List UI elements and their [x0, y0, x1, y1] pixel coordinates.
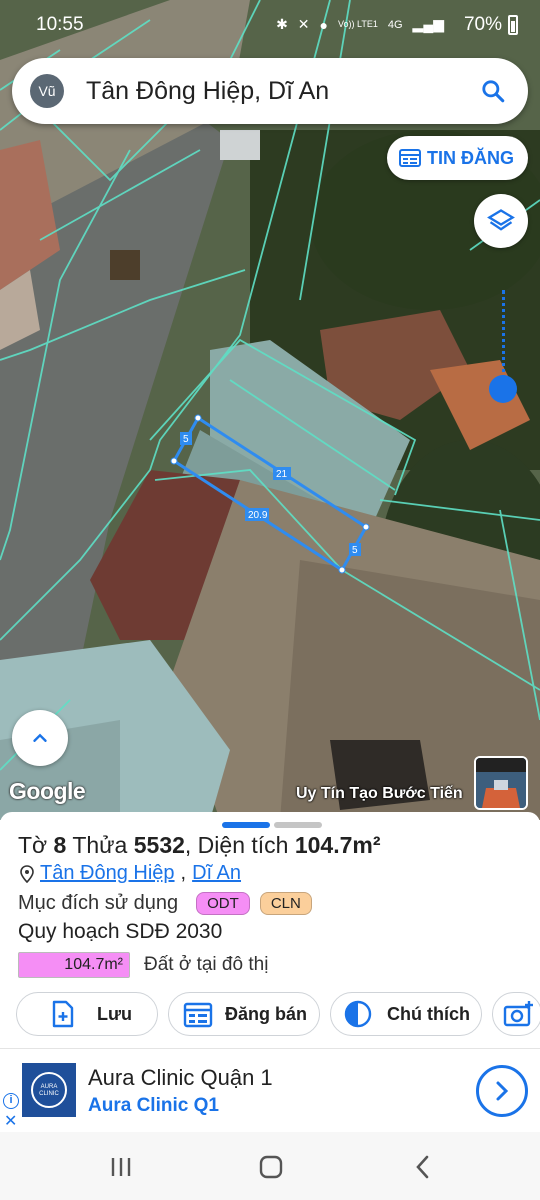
- chevron-up-icon: [33, 733, 47, 742]
- plan-area-row: 104.7m² Đất ở tại đô thị: [18, 952, 268, 978]
- edge-label-3: 20.9: [248, 510, 268, 521]
- search-query[interactable]: Tân Đông Hiệp, Dĩ An: [86, 77, 329, 106]
- ad-logo-text: AURA CLINIC: [31, 1072, 67, 1108]
- back-icon[interactable]: [410, 1154, 436, 1180]
- search-bar[interactable]: Vũ Tân Đông Hiệp, Dĩ An: [12, 58, 528, 124]
- location-icon: ●: [319, 16, 328, 33]
- purpose-label: Mục đích sử dụng: [18, 892, 179, 914]
- ad-subtitle[interactable]: Aura Clinic Q1: [88, 1095, 219, 1117]
- edge-label-1: 5: [183, 434, 189, 445]
- sheet-handle[interactable]: [222, 822, 322, 828]
- ad-close-icon[interactable]: ✕: [4, 1111, 17, 1131]
- area-value: 104.7m²: [294, 832, 381, 858]
- tin-dang-label: TIN ĐĂNG: [427, 147, 514, 168]
- parcel-title: Tờ 8 Thửa 5532, Diện tích 104.7m²: [18, 832, 381, 859]
- battery-percent: 70%: [463, 14, 502, 35]
- plan-title: Quy hoạch SDĐ 2030: [18, 920, 223, 943]
- google-logo: Google: [9, 778, 86, 804]
- recent-apps-icon[interactable]: [108, 1154, 134, 1180]
- contrast-icon: [344, 1000, 372, 1028]
- ad-logo: AURA CLINIC: [22, 1063, 76, 1117]
- bluetooth-icon: ✱: [276, 16, 288, 32]
- system-navigation-bar: [0, 1132, 540, 1200]
- sheet-number: 8: [53, 832, 67, 858]
- mute-icon: ✕: [297, 16, 310, 32]
- purpose-tag-odt[interactable]: ODT: [196, 892, 250, 915]
- plot-number: 5532: [133, 832, 185, 858]
- action-row: Lưu Đăng bán Chú thích: [16, 992, 540, 1036]
- expand-up-button[interactable]: [12, 710, 68, 766]
- map-attribution: Uy Tín Tạo Bước Tiến: [296, 785, 463, 802]
- page-indicator-active: [222, 822, 270, 828]
- page-indicator-inactive: [274, 822, 322, 828]
- ad-title[interactable]: Aura Clinic Quận 1: [88, 1065, 273, 1091]
- plot-label: Thửa: [72, 832, 128, 858]
- location-pin-icon: [20, 864, 34, 883]
- battery-icon: [508, 15, 518, 35]
- parcel-location: Tân Đông Hiệp, Dĩ An: [20, 862, 241, 885]
- status-icons: ✱ ✕ ● Vo)) LTE1 4G ▂▄▆: [276, 16, 444, 33]
- layers-icon: [487, 209, 515, 231]
- avatar[interactable]: Vũ: [30, 74, 64, 108]
- network-type: 4G: [387, 18, 403, 31]
- home-icon[interactable]: [258, 1154, 284, 1180]
- status-time: 10:55: [36, 14, 84, 35]
- area-label: , Diện tích: [184, 832, 289, 858]
- legend-button[interactable]: Chú thích: [330, 992, 482, 1036]
- listing-icon: [399, 149, 421, 167]
- city-link[interactable]: Dĩ An: [192, 862, 241, 885]
- layers-button[interactable]: [474, 194, 528, 248]
- opacity-slider-handle[interactable]: [489, 375, 517, 403]
- plan-area-type: Đất ở tại đô thị: [144, 954, 269, 975]
- chevron-right-icon: [496, 1081, 509, 1101]
- battery-indicator: 70%: [464, 14, 518, 36]
- post-for-sale-button[interactable]: Đăng bán: [168, 992, 320, 1036]
- ad-open-button[interactable]: [476, 1065, 528, 1117]
- edge-label-2: 21: [276, 469, 288, 480]
- plan-area-badge: 104.7m²: [18, 952, 130, 978]
- add-file-icon: [52, 1000, 74, 1028]
- ad-info-icon[interactable]: i: [3, 1093, 19, 1109]
- opacity-slider-track[interactable]: [502, 290, 505, 386]
- status-bar: 10:55 ✱ ✕ ● Vo)) LTE1 4G ▂▄▆ 70%: [0, 0, 540, 52]
- save-button[interactable]: Lưu: [16, 992, 158, 1036]
- parcel-info-sheet[interactable]: Tờ 8 Thửa 5532, Diện tích 104.7m² Tân Đô…: [0, 812, 540, 1048]
- legend-label: Chú thích: [387, 1003, 470, 1024]
- network-label: Vo)) LTE1: [338, 19, 378, 29]
- sheet-label: Tờ: [18, 832, 48, 858]
- ward-link[interactable]: Tân Đông Hiệp: [40, 862, 175, 885]
- save-label: Lưu: [97, 1003, 133, 1024]
- add-photo-icon: [503, 1001, 533, 1027]
- calendar-icon: [183, 1002, 213, 1028]
- add-photo-button[interactable]: [492, 992, 540, 1036]
- land-use-purpose: Mục đích sử dụng ODT CLN: [18, 892, 312, 915]
- tin-dang-button[interactable]: TIN ĐĂNG: [387, 136, 528, 180]
- search-icon[interactable]: [480, 78, 506, 104]
- street-view-image: [476, 758, 526, 808]
- street-view-thumbnail[interactable]: [474, 756, 528, 810]
- purpose-tag-cln[interactable]: CLN: [259, 892, 312, 915]
- signal-icon: ▂▄▆: [412, 16, 444, 32]
- ad-banner[interactable]: i ✕ AURA CLINIC Aura Clinic Quận 1 Aura …: [0, 1048, 540, 1132]
- post-for-sale-label: Đăng bán: [225, 1003, 308, 1024]
- map-view[interactable]: 5 21 20.9 5 10:55 ✱ ✕ ● Vo)) LTE1 4G ▂▄▆…: [0, 0, 540, 820]
- edge-label-4: 5: [352, 545, 358, 556]
- location-separator: ,: [180, 862, 187, 884]
